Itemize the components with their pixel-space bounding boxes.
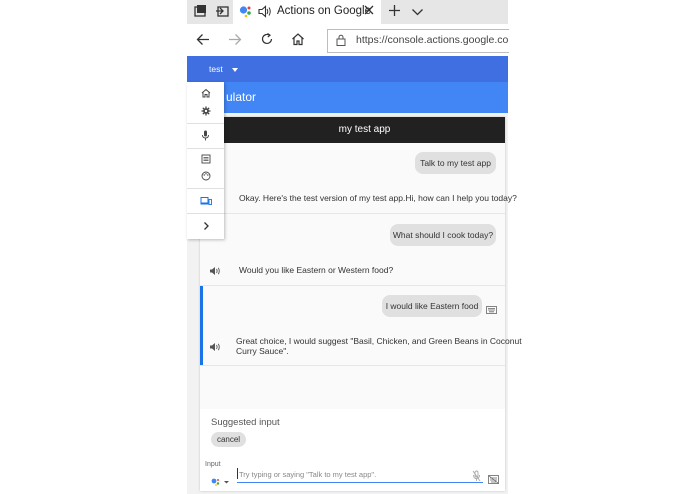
url-text: https://console.actions.google.com/p <box>356 34 508 46</box>
google-assistant-icon <box>239 5 252 23</box>
chevron-right-icon[interactable] <box>187 221 224 234</box>
plus-icon[interactable] <box>387 4 401 21</box>
forward-icon[interactable] <box>228 33 242 51</box>
selected-turn-indicator <box>200 286 203 365</box>
input-field[interactable]: Try typing or saying "Talk to my test ap… <box>239 470 469 479</box>
tabs-icon[interactable] <box>192 4 208 22</box>
close-icon[interactable] <box>362 4 376 20</box>
microphone-icon[interactable] <box>187 130 224 144</box>
turn-divider <box>200 285 505 286</box>
keyboard-off-icon[interactable] <box>488 471 499 489</box>
chevron-down-icon[interactable] <box>410 5 424 21</box>
speaker-icon[interactable] <box>258 5 272 23</box>
lock-icon <box>336 33 346 51</box>
sidebar-divider <box>187 188 224 189</box>
set-aside-icon[interactable] <box>214 4 230 22</box>
page-title: ulator <box>226 90 257 104</box>
project-selector[interactable]: test <box>209 64 239 74</box>
gear-icon[interactable] <box>187 106 224 119</box>
sidebar-divider <box>187 213 224 214</box>
input-mode-selector[interactable] <box>211 473 231 491</box>
turn-divider <box>224 213 505 214</box>
home-icon[interactable] <box>291 32 305 51</box>
mic-off-icon[interactable] <box>472 469 481 487</box>
turn-divider <box>200 365 505 366</box>
tab-title: Actions on Google <box>277 5 371 17</box>
suggestion-chip-cancel[interactable]: cancel <box>211 432 246 447</box>
speaker-icon[interactable] <box>209 263 221 281</box>
dropdown-icon <box>232 67 239 72</box>
user-message-bubble[interactable]: Talk to my test app <box>415 152 496 174</box>
list-icon[interactable] <box>187 154 224 167</box>
suggested-input-label: Suggested input <box>211 417 280 428</box>
user-message-bubble[interactable]: What should I cook today? <box>390 224 496 246</box>
speaker-icon[interactable] <box>209 339 221 357</box>
back-icon[interactable] <box>196 33 210 51</box>
text-cursor <box>237 468 238 479</box>
refresh-icon[interactable] <box>260 32 274 51</box>
assistant-response: Okay. Here's the test version of my test… <box>239 193 517 203</box>
home-icon[interactable] <box>187 88 224 101</box>
sidebar-divider <box>187 148 224 149</box>
project-name: test <box>209 64 223 74</box>
app-name-header: my test app <box>224 117 505 143</box>
palette-icon[interactable] <box>187 171 224 184</box>
keyboard-icon <box>486 301 497 319</box>
assistant-response-line-2: Curry Sauce". <box>236 346 289 356</box>
user-message-bubble[interactable]: I would like Eastern food <box>382 295 482 317</box>
devices-icon[interactable] <box>187 196 224 209</box>
sidebar-divider <box>187 123 224 124</box>
assistant-response: Would you like Eastern or Western food? <box>239 265 394 275</box>
assistant-response-line-1: Great choice, I would suggest "Basil, Ch… <box>236 336 522 346</box>
input-label: Input <box>205 461 221 468</box>
